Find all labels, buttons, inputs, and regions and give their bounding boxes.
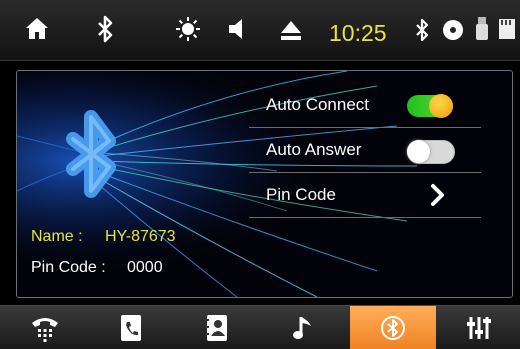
toggle-knob: [429, 94, 453, 118]
contacts-icon: [205, 314, 227, 341]
disc-icon: [442, 19, 464, 41]
pin-code-info-label: Pin Code :: [31, 259, 106, 276]
bluetooth-icon[interactable]: [96, 15, 116, 43]
toggle-knob: [407, 140, 430, 163]
music-icon: [293, 316, 311, 339]
device-name-value: HY-87673: [105, 228, 176, 245]
bluetooth-emblem-icon: [66, 110, 116, 198]
pin-code-row[interactable]: Pin Code: [249, 173, 481, 218]
auto-answer-toggle[interactable]: [407, 140, 455, 164]
auto-answer-label: Auto Answer: [266, 140, 362, 159]
bluetooth-status-icon: [415, 19, 431, 41]
tab-music[interactable]: [260, 306, 346, 349]
equalizer-icon: [467, 316, 491, 339]
call-log-icon: [121, 314, 141, 341]
clock-time: 10:25: [329, 20, 387, 46]
tab-contacts[interactable]: [174, 306, 260, 349]
bottom-nav-bar: [0, 305, 520, 349]
brightness-icon[interactable]: [175, 16, 201, 42]
auto-answer-row[interactable]: Auto Answer: [249, 128, 481, 173]
auto-connect-label: Auto Connect: [266, 95, 370, 114]
bluetooth-settings-icon: [381, 315, 405, 340]
auto-connect-toggle[interactable]: [407, 94, 453, 118]
device-name-label: Name :: [31, 228, 83, 245]
tab-equalizer[interactable]: [436, 306, 520, 349]
usb-icon: [475, 16, 489, 42]
tab-dialpad[interactable]: [2, 306, 88, 349]
auto-connect-row[interactable]: Auto Connect: [249, 83, 481, 128]
volume-icon[interactable]: [227, 17, 249, 41]
pin-code-info-value: 0000: [127, 259, 163, 276]
status-bar: 10:25: [0, 0, 520, 61]
home-icon[interactable]: [25, 16, 49, 40]
eject-icon[interactable]: [280, 19, 302, 41]
tab-bluetooth-settings[interactable]: [350, 306, 436, 349]
tab-call-log[interactable]: [88, 306, 174, 349]
pin-code-label: Pin Code: [266, 185, 336, 204]
sd-card-icon: [497, 17, 517, 41]
bluetooth-settings-panel: Auto Connect Auto Answer Pin Code Name :…: [16, 70, 513, 298]
chevron-right-icon[interactable]: [429, 183, 447, 207]
phone-dialpad-icon: [32, 317, 58, 342]
